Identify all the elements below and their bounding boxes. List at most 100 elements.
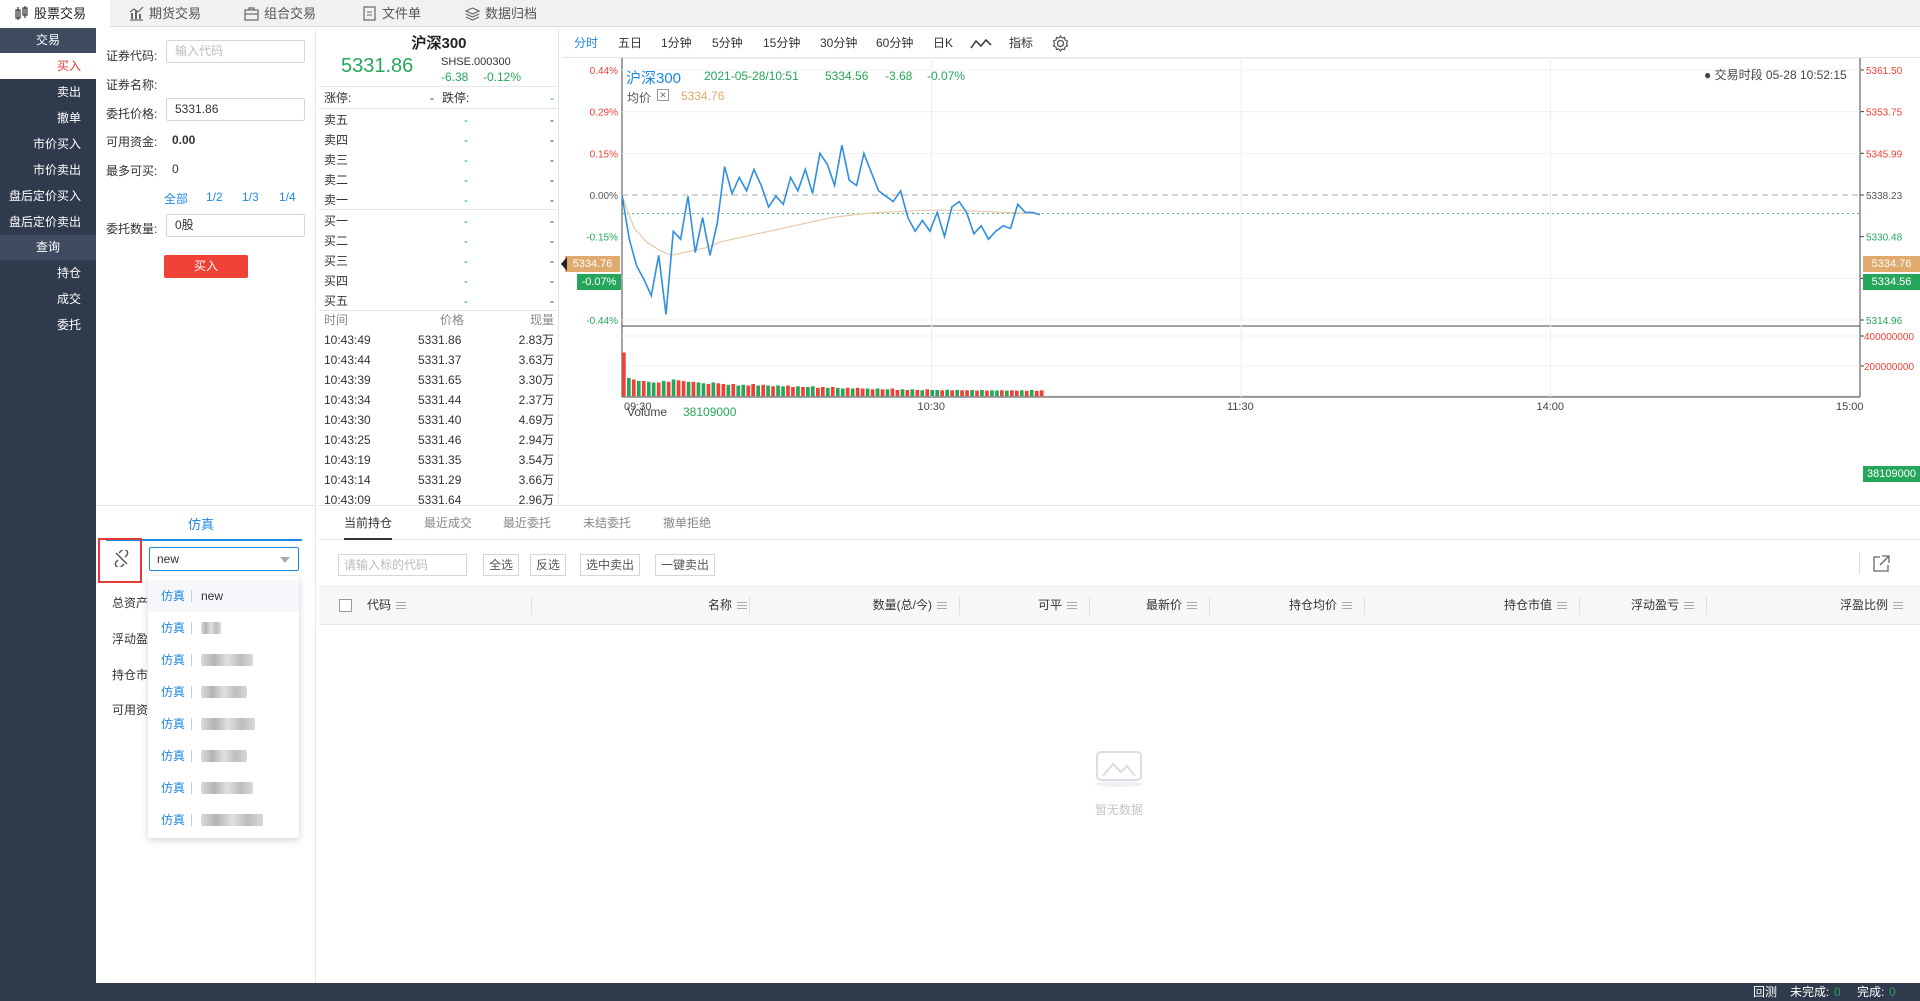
column-header[interactable]: 浮盈比例 xyxy=(1706,587,1903,624)
account-option[interactable]: 仿真 new xyxy=(148,580,299,612)
volume-bar xyxy=(1029,390,1034,396)
line-style-icon[interactable] xyxy=(970,38,992,50)
close-avg-icon[interactable]: ✕ xyxy=(657,89,669,101)
column-header[interactable]: 代码 xyxy=(367,587,477,624)
tick-price: 5331.29 xyxy=(418,473,462,487)
select-all-button[interactable]: 全选 xyxy=(483,554,520,576)
account-option[interactable]: 仿真 xyxy=(148,676,299,708)
x-tick-label: 10:30 xyxy=(918,401,946,413)
sidebar-item-market-sell[interactable]: 市价卖出 xyxy=(0,157,96,183)
period-30min[interactable]: 30分钟 xyxy=(820,28,857,58)
sidebar-item-buy[interactable]: 买入 xyxy=(0,53,96,79)
unlink-icon[interactable] xyxy=(113,550,130,567)
sort-menu-icon xyxy=(1067,602,1077,610)
sidebar-item-fills[interactable]: 成交 xyxy=(0,286,96,312)
y-left-tick-label: 0.29% xyxy=(590,108,618,119)
x-tick-label: 14:00 xyxy=(1537,401,1565,413)
sidebar-item-orders[interactable]: 委托 xyxy=(0,312,96,338)
qty-all-link[interactable]: 全部 xyxy=(164,190,188,207)
tab-file-order[interactable]: 文件单 xyxy=(348,0,448,27)
ticks-header: 时间 价格 现量 xyxy=(324,310,554,330)
account-type: 仿真 xyxy=(161,653,186,667)
account-type: 仿真 xyxy=(161,749,186,763)
settings-gear-icon[interactable] xyxy=(1052,35,1069,52)
account-type: 仿真 xyxy=(161,685,186,699)
top-navigation-bar: 股票交易 期货交易 组合交易 文件单 数据归档 xyxy=(0,0,1920,27)
tab-recent-orders[interactable]: 最近委托 xyxy=(503,506,551,540)
code-input[interactable]: 输入代码 xyxy=(166,40,305,63)
tick-volume: 3.54万 xyxy=(518,453,554,467)
indicator-button[interactable]: 指标 xyxy=(1009,28,1033,58)
account-option[interactable]: 仿真 xyxy=(148,740,299,772)
column-header[interactable]: 持仓均价 xyxy=(1209,587,1352,624)
sidebar-item-positions[interactable]: 持仓 xyxy=(0,260,96,286)
period-15min[interactable]: 15分钟 xyxy=(763,28,800,58)
select-all-checkbox[interactable] xyxy=(339,599,352,612)
position-value-label: 持仓市 xyxy=(112,668,149,682)
intraday-chart[interactable]: 09:30 10:30 11:30 14:00 15:000.44% 5361.500.2… xyxy=(562,58,1920,505)
sidebar-item-after-hours-buy[interactable]: 盘后定价买入 xyxy=(0,183,96,209)
column-header[interactable]: 名称 xyxy=(619,587,747,624)
qty-half-link[interactable]: 1/2 xyxy=(206,190,223,204)
column-header[interactable]: 持仓市值 xyxy=(1364,587,1567,624)
tick-price: 5331.46 xyxy=(418,433,462,447)
tab-futures-trading[interactable]: 期货交易 xyxy=(115,0,227,27)
volume-bar xyxy=(796,386,800,397)
chart-info-name: 沪深300 xyxy=(626,70,682,87)
qty-input[interactable]: 0股 xyxy=(166,214,305,237)
sidebar-item-cancel[interactable]: 撤单 xyxy=(0,105,96,131)
tab-open-orders[interactable]: 未结委托 xyxy=(583,506,631,540)
volume-bar xyxy=(980,390,984,396)
account-name: new xyxy=(201,589,224,603)
volume-bar xyxy=(646,381,651,397)
period-daily[interactable]: 日K xyxy=(933,28,953,58)
column-header[interactable]: 最新价 xyxy=(1089,587,1197,624)
account-option[interactable]: 仿真 xyxy=(148,644,299,676)
buy-button[interactable]: 买入 xyxy=(164,255,248,278)
level-volume: - xyxy=(550,294,554,308)
sidebar-item-sell[interactable]: 卖出 xyxy=(0,79,96,105)
symbol-search-input[interactable]: 请输入标的代码 xyxy=(338,554,467,576)
account-option[interactable]: 仿真 xyxy=(148,708,299,740)
period-60min[interactable]: 60分钟 xyxy=(876,28,913,58)
sell-all-button[interactable]: 一键卖出 xyxy=(655,554,716,576)
invert-selection-button[interactable]: 反选 xyxy=(530,554,567,576)
tab-portfolio-trading[interactable]: 组合交易 xyxy=(230,0,342,27)
ticks-header-volume: 现量 xyxy=(529,313,554,327)
export-icon[interactable] xyxy=(1872,555,1890,573)
tick-volume: 2.94万 xyxy=(518,433,554,447)
tab-current-positions[interactable]: 当前持仓 xyxy=(344,506,393,540)
tab-data-archive[interactable]: 数据归档 xyxy=(451,0,563,27)
period-5min[interactable]: 5分钟 xyxy=(712,28,743,58)
period-1min[interactable]: 1分钟 xyxy=(661,28,692,58)
column-header[interactable]: 浮动盈亏 xyxy=(1579,587,1694,624)
qty-quarter-link[interactable]: 1/4 xyxy=(279,190,296,204)
sidebar-item-market-buy[interactable]: 市价买入 xyxy=(0,131,96,157)
tab-label: 文件单 xyxy=(382,6,422,21)
account-option[interactable]: 仿真 xyxy=(148,804,299,836)
account-option[interactable]: 仿真 xyxy=(148,612,299,644)
volume-bar xyxy=(860,388,865,396)
volume-bar xyxy=(736,385,741,396)
volume-bar xyxy=(706,384,711,396)
volume-bar xyxy=(696,382,701,396)
period-intraday[interactable]: 分时 xyxy=(574,28,598,58)
period-5day[interactable]: 五日 xyxy=(618,28,642,58)
column-header[interactable]: 可平 xyxy=(959,587,1077,624)
tab-cancel-rejects[interactable]: 撤单拒绝 xyxy=(663,506,711,540)
volume-bar xyxy=(636,381,641,396)
avg-price-tag-right: 5334.76 xyxy=(1863,256,1920,272)
tick-volume: 3.63万 xyxy=(518,353,554,367)
qty-third-link[interactable]: 1/3 xyxy=(242,190,259,204)
price-input[interactable]: 5331.86 xyxy=(166,98,305,121)
tab-simulation[interactable]: 仿真 xyxy=(96,514,306,533)
account-option[interactable]: 仿真 xyxy=(148,772,299,804)
tab-recent-fills[interactable]: 最近成交 xyxy=(424,506,472,540)
sidebar-item-after-hours-sell[interactable]: 盘后定价卖出 xyxy=(0,209,96,235)
tab-stock-trading[interactable]: 股票交易 xyxy=(0,0,110,27)
chevron-down-icon xyxy=(280,557,290,563)
account-select[interactable]: new xyxy=(149,547,299,571)
column-header[interactable]: 数量(总/今) xyxy=(759,587,947,624)
volume-bar xyxy=(751,384,755,396)
sell-selected-button[interactable]: 选中卖出 xyxy=(580,554,641,576)
